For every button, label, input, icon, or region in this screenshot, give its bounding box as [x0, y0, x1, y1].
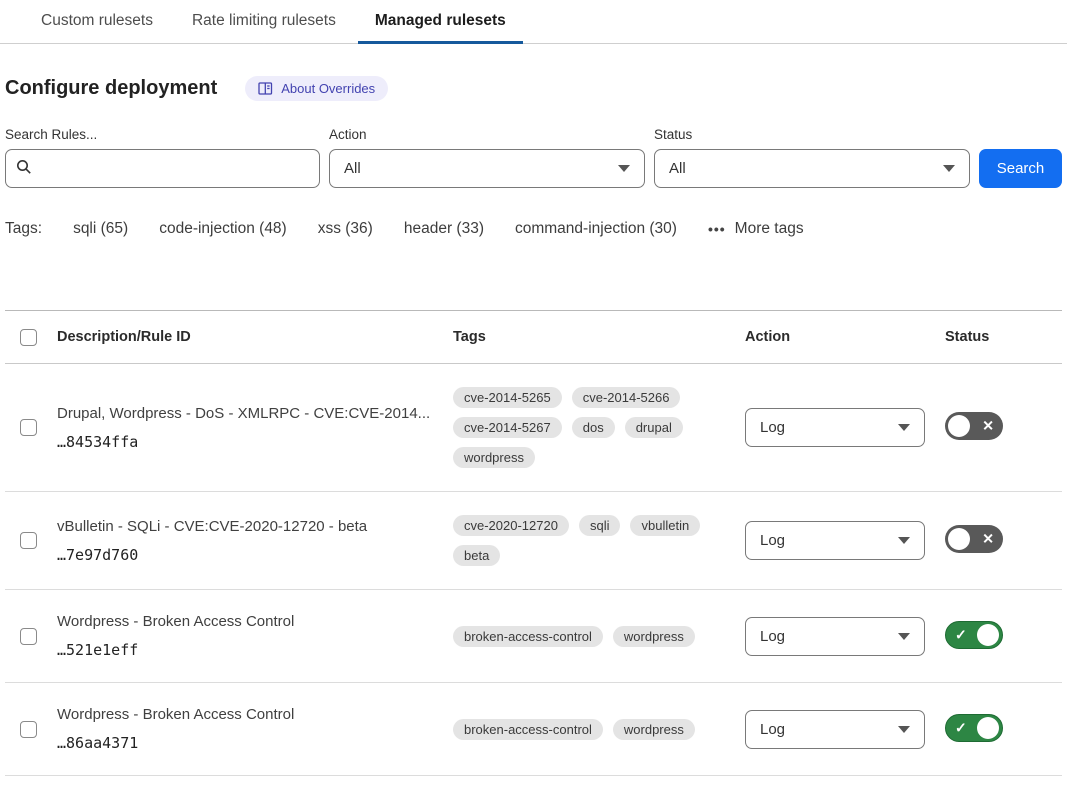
more-tags-label: More tags [735, 220, 804, 238]
ellipsis-icon: ••• [708, 221, 726, 237]
tag-pill[interactable]: beta [453, 545, 500, 566]
toggle-knob [948, 528, 970, 550]
tag-pill[interactable]: wordpress [613, 719, 695, 740]
row-checkbox[interactable] [20, 419, 37, 436]
caret-down-icon [943, 165, 955, 172]
row-action-value: Log [760, 721, 785, 738]
caret-down-icon [618, 165, 630, 172]
search-icon [16, 159, 32, 179]
tag-filter-header[interactable]: header (33) [404, 220, 484, 238]
tag-pill[interactable]: sqli [579, 515, 621, 536]
row-action-select[interactable]: Log [745, 521, 925, 560]
caret-down-icon [898, 537, 910, 544]
rule-description: Drupal, Wordpress - DoS - XMLRPC - CVE:C… [57, 405, 453, 422]
table-header-row: Description/Rule ID Tags Action Status [5, 311, 1062, 364]
tag-pill[interactable]: wordpress [613, 626, 695, 647]
tab-custom-rulesets[interactable]: Custom rulesets [24, 12, 170, 43]
status-toggle[interactable]: ✓ ✕ [945, 525, 1003, 553]
tag-pill[interactable]: broken-access-control [453, 719, 603, 740]
status-toggle[interactable]: ✓ ✕ [945, 621, 1003, 649]
col-status: Status [945, 329, 1062, 345]
ruleset-tabbar: Custom rulesets Rate limiting rulesets M… [0, 0, 1067, 44]
status-toggle[interactable]: ✓ ✕ [945, 714, 1003, 742]
tag-pill[interactable]: cve-2014-5267 [453, 417, 562, 438]
search-input-wrapper [5, 149, 320, 188]
row-action-select[interactable]: Log [745, 408, 925, 447]
rule-id: …7e97d760 [57, 546, 453, 564]
toggle-knob [948, 415, 970, 437]
table-row: Drupal, Wordpress - DoS - XMLRPC - CVE:C… [5, 364, 1062, 492]
rule-description: Wordpress - Broken Access Control [57, 706, 453, 723]
tag-pill[interactable]: cve-2020-12720 [453, 515, 569, 536]
table-row: Wordpress - Broken Access Control …521e1… [5, 590, 1062, 683]
rule-description: vBulletin - SQLi - CVE:CVE-2020-12720 - … [57, 518, 453, 535]
tag-filter-command-injection[interactable]: command-injection (30) [515, 220, 677, 238]
col-tags: Tags [453, 329, 745, 345]
status-filter-value: All [669, 160, 686, 177]
x-icon: ✕ [982, 417, 994, 434]
search-rules-label: Search Rules... [5, 127, 320, 142]
row-action-value: Log [760, 628, 785, 645]
toggle-knob [977, 717, 999, 739]
row-action-select[interactable]: Log [745, 617, 925, 656]
tab-managed-rulesets[interactable]: Managed rulesets [358, 12, 523, 43]
toggle-knob [977, 624, 999, 646]
row-checkbox[interactable] [20, 628, 37, 645]
col-action: Action [745, 329, 945, 345]
caret-down-icon [898, 726, 910, 733]
tags-bar-label: Tags: [5, 220, 42, 238]
rule-description: Wordpress - Broken Access Control [57, 613, 453, 630]
rule-id: …84534ffa [57, 433, 453, 451]
rule-id: …521e1eff [57, 641, 453, 659]
row-action-value: Log [760, 532, 785, 549]
row-checkbox[interactable] [20, 721, 37, 738]
tag-filter-code-injection[interactable]: code-injection (48) [159, 220, 287, 238]
row-action-select[interactable]: Log [745, 710, 925, 749]
more-tags-button[interactable]: ••• More tags [708, 220, 804, 238]
table-row: Wordpress - Broken Access Control …86aa4… [5, 683, 1062, 776]
search-button[interactable]: Search [979, 149, 1062, 188]
tag-filter-sqli[interactable]: sqli (65) [73, 220, 128, 238]
status-toggle[interactable]: ✓ ✕ [945, 412, 1003, 440]
tag-pill[interactable]: dos [572, 417, 615, 438]
caret-down-icon [898, 633, 910, 640]
tag-pill[interactable]: vbulletin [630, 515, 700, 536]
status-filter-select[interactable]: All [654, 149, 970, 188]
tag-pill[interactable]: cve-2014-5265 [453, 387, 562, 408]
check-icon: ✓ [955, 719, 967, 736]
tag-pill[interactable]: broken-access-control [453, 626, 603, 647]
action-filter-label: Action [329, 127, 645, 142]
select-all-checkbox[interactable] [20, 329, 37, 346]
table-row: vBulletin - SQLi - CVE:CVE-2020-12720 - … [5, 492, 1062, 590]
row-action-value: Log [760, 419, 785, 436]
about-overrides-badge[interactable]: About Overrides [245, 76, 388, 101]
tag-pill[interactable]: wordpress [453, 447, 535, 468]
tag-pill[interactable]: cve-2014-5266 [572, 387, 681, 408]
rules-table: Description/Rule ID Tags Action Status D… [5, 310, 1062, 776]
action-filter-value: All [344, 160, 361, 177]
rule-id: …86aa4371 [57, 734, 453, 752]
tab-rate-limiting-rulesets[interactable]: Rate limiting rulesets [175, 12, 353, 43]
col-description: Description/Rule ID [57, 329, 453, 345]
tag-pill[interactable]: drupal [625, 417, 683, 438]
action-filter-select[interactable]: All [329, 149, 645, 188]
book-icon [258, 82, 273, 95]
x-icon: ✕ [982, 530, 994, 547]
status-filter-label: Status [654, 127, 970, 142]
about-overrides-label: About Overrides [281, 81, 375, 96]
caret-down-icon [898, 424, 910, 431]
tag-filter-xss[interactable]: xss (36) [318, 220, 373, 238]
check-icon: ✓ [955, 626, 967, 643]
search-rules-input[interactable] [40, 150, 309, 187]
row-checkbox[interactable] [20, 532, 37, 549]
page-title: Configure deployment [5, 77, 217, 100]
